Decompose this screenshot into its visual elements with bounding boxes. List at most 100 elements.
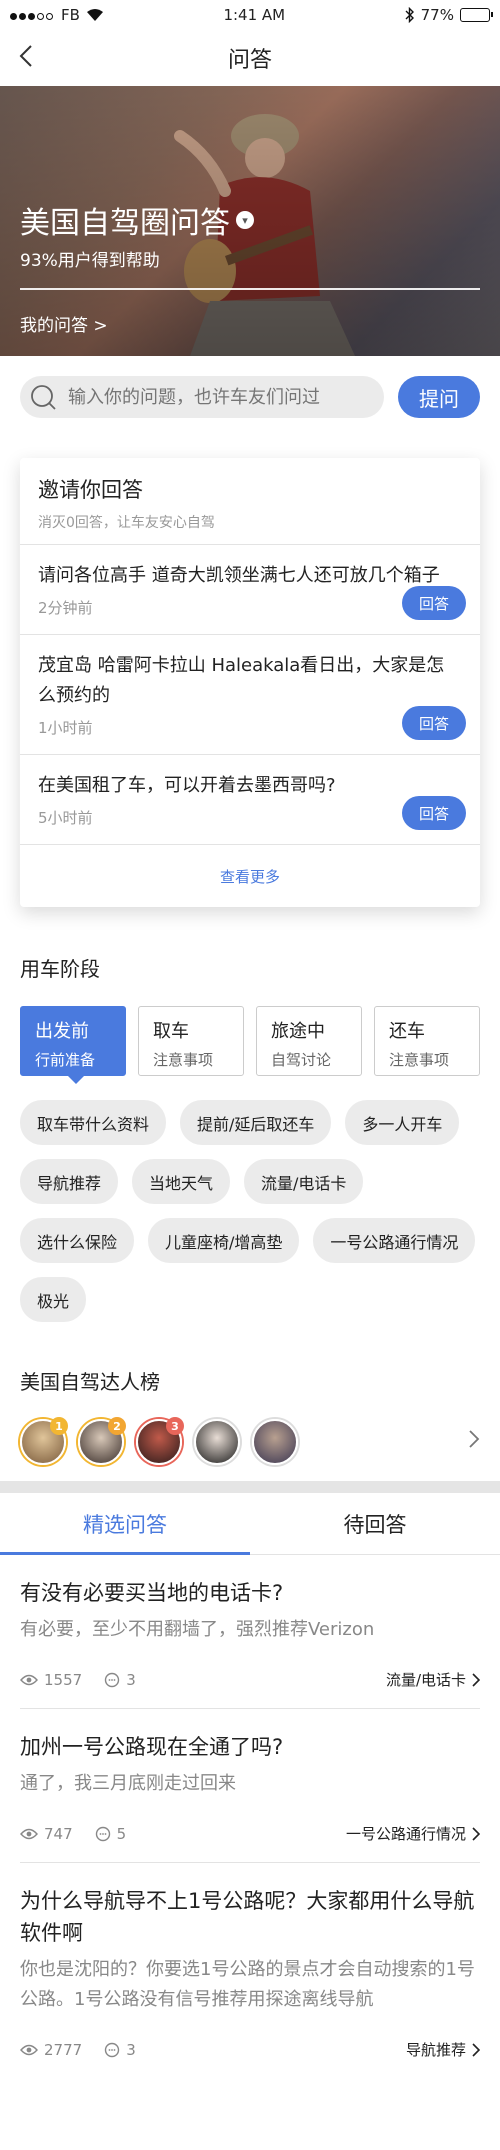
post-meta: 1557 3 流量/电话卡 xyxy=(20,1669,480,1709)
stage-on-trip[interactable]: 旅途中 自驾讨论 xyxy=(256,1006,362,1076)
post-item[interactable]: 加州一号公路现在全通了吗? 通了，我三月底刚走过回来 747 5 一号公路通行情… xyxy=(0,1709,500,1863)
answer-button[interactable]: 回答 xyxy=(402,586,466,620)
post-desc: 你也是沈阳的？你要选1号公路的景点才会自动搜索的1号公路。1号公路没有信号推荐用… xyxy=(20,1959,475,2010)
question-text: 请问各位高手 道奇大凯领坐满七人还可放几个箱子 xyxy=(38,565,440,586)
topic-tag[interactable]: 多一人开车 xyxy=(345,1100,460,1145)
topic-tag[interactable]: 极光 xyxy=(20,1277,87,1322)
chevron-down-icon[interactable]: ▾ xyxy=(236,211,254,229)
chevron-right-icon xyxy=(472,1826,480,1841)
rank-badge: 3 xyxy=(166,1417,184,1435)
hero-banner: 美国自驾圈问答 ▾ 93%用户得到帮助 我的问答 > xyxy=(0,86,500,356)
topic-tag[interactable]: 取车带什么资料 xyxy=(20,1100,167,1145)
post-category[interactable]: 导航推荐 xyxy=(406,2039,480,2060)
avatar[interactable] xyxy=(252,1419,298,1465)
nav-bar: 问答 xyxy=(0,30,500,86)
stage-label: 出发前 xyxy=(35,1021,89,1042)
answer-tabs: 精选问答 待回答 xyxy=(0,1493,500,1555)
stage-sublabel: 行前准备 xyxy=(35,1051,96,1069)
stage-return[interactable]: 还车 注意事项 xyxy=(374,1006,480,1076)
status-bar: FB 1:41 AM 77% xyxy=(0,0,500,30)
post-category[interactable]: 一号公路通行情况 xyxy=(346,1823,480,1844)
category-label: 一号公路通行情况 xyxy=(345,1825,466,1843)
question-text: 在美国租了车，可以开着去墨西哥吗? xyxy=(38,775,336,796)
avatar[interactable]: 1 xyxy=(20,1417,68,1465)
back-icon[interactable] xyxy=(18,44,34,75)
hero-title-text: 美国自驾圈问答 xyxy=(20,206,230,241)
answer-button[interactable]: 回答 xyxy=(402,796,466,830)
post-category[interactable]: 流量/电话卡 xyxy=(386,1669,480,1690)
rank-badge: 1 xyxy=(50,1417,68,1435)
tab-pending[interactable]: 待回答 xyxy=(250,1493,500,1554)
views-stat: 747 xyxy=(20,1825,73,1843)
stage-pickup[interactable]: 取车 注意事项 xyxy=(138,1006,244,1076)
chevron-right-icon[interactable] xyxy=(468,1429,480,1455)
avatar[interactable]: 3 xyxy=(136,1417,184,1465)
stage-sublabel: 自驾讨论 xyxy=(271,1051,332,1069)
chevron-right-icon xyxy=(472,2042,480,2057)
stage-label: 旅途中 xyxy=(271,1021,325,1042)
tab-featured[interactable]: 精选问答 xyxy=(0,1493,250,1554)
my-answers-link[interactable]: 我的问答 > xyxy=(20,311,108,336)
views-stat: 2777 xyxy=(20,2041,82,2059)
page-title: 问答 xyxy=(227,48,272,73)
status-left: FB xyxy=(10,6,104,24)
stage-before-departure[interactable]: 出发前 行前准备 xyxy=(20,1006,126,1084)
eye-icon xyxy=(20,1828,38,1839)
invite-subtitle: 消灭0回答，让车友安心自驾 xyxy=(38,515,215,531)
views-count: 1557 xyxy=(44,1670,83,1689)
comment-icon xyxy=(104,2042,120,2057)
status-time: 1:41 AM xyxy=(223,6,286,24)
invite-header: 邀请你回答 消灭0回答，让车友安心自驾 xyxy=(20,458,480,545)
topic-tag[interactable]: 当地天气 xyxy=(132,1159,231,1204)
post-title: 为什么导航导不上1号公路呢？大家都用什么导航软件啊 xyxy=(20,1889,475,1945)
stage-sublabel: 注意事项 xyxy=(153,1051,214,1069)
post-item[interactable]: 有没有必要买当地的电话卡? 有必要，至少不用翻墙了，强烈推荐Verizon 15… xyxy=(0,1555,500,1709)
search-box[interactable] xyxy=(20,376,384,418)
comments-stat: 3 xyxy=(104,1671,136,1689)
view-more-link[interactable]: 查看更多 xyxy=(20,845,480,907)
comments-count: 3 xyxy=(126,1670,136,1689)
search-icon xyxy=(30,384,56,410)
post-meta: 747 5 一号公路通行情况 xyxy=(20,1823,480,1863)
tab-indicator xyxy=(0,1552,250,1555)
comments-count: 5 xyxy=(116,1824,127,1843)
topic-tag[interactable]: 儿童座椅/增高垫 xyxy=(148,1218,300,1263)
invite-question[interactable]: 茂宜岛 哈雷阿卡拉山 Haleakala看日出，大家是怎么预约的 1小时前 回答 xyxy=(20,635,480,755)
question-text: 茂宜岛 哈雷阿卡拉山 Haleakala看日出，大家是怎么预约的 xyxy=(38,655,445,706)
invite-question[interactable]: 在美国租了车，可以开着去墨西哥吗? 5小时前 回答 xyxy=(20,755,480,845)
post-item[interactable]: 为什么导航导不上1号公路呢？大家都用什么导航软件啊 你也是沈阳的？你要选1号公路… xyxy=(0,1863,500,2078)
invite-question[interactable]: 请问各位高手 道奇大凯领坐满七人还可放几个箱子 2分钟前 回答 xyxy=(20,545,480,635)
avatar[interactable]: 2 xyxy=(78,1417,126,1465)
comments-count: 3 xyxy=(126,2040,136,2059)
topic-tag[interactable]: 一号公路通行情况 xyxy=(313,1218,476,1263)
eye-icon xyxy=(20,2044,38,2055)
comment-icon xyxy=(95,1826,110,1841)
category-label: 导航推荐 xyxy=(405,2041,466,2059)
search-input[interactable] xyxy=(68,386,374,408)
invite-card: 邀请你回答 消灭0回答，让车友安心自驾 请问各位高手 道奇大凯领坐满七人还可放几… xyxy=(20,458,480,907)
ranking-avatars[interactable]: 1 2 3 xyxy=(0,1417,500,1465)
hero-title[interactable]: 美国自驾圈问答 ▾ xyxy=(20,198,254,242)
bluetooth-icon xyxy=(405,7,414,23)
topic-tag[interactable]: 流量/电话卡 xyxy=(244,1159,364,1204)
battery-percent: 77% xyxy=(420,6,454,24)
question-time: 5小时前 xyxy=(38,809,93,827)
ask-button[interactable]: 提问 xyxy=(398,376,480,418)
post-meta: 2777 3 导航推荐 xyxy=(20,2039,480,2078)
topic-tag[interactable]: 选什么保险 xyxy=(20,1218,135,1263)
ranking-section: 美国自驾达人榜 1 2 3 xyxy=(0,1366,500,1465)
post-title: 加州一号公路现在全通了吗? xyxy=(20,1735,284,1759)
wifi-icon xyxy=(86,9,103,21)
hero-subtitle: 93%用户得到帮助 xyxy=(20,251,160,271)
battery-icon xyxy=(459,8,493,22)
comments-stat: 3 xyxy=(104,2041,136,2059)
stage-section-title: 用车阶段 xyxy=(20,957,100,981)
signal-icon xyxy=(10,6,55,24)
topic-tag[interactable]: 导航推荐 xyxy=(20,1159,119,1204)
answer-button[interactable]: 回答 xyxy=(402,706,466,740)
section-divider xyxy=(0,1481,500,1493)
views-count: 2777 xyxy=(44,2040,83,2059)
invite-title: 邀请你回答 xyxy=(38,478,143,502)
topic-tag[interactable]: 提前/延后取还车 xyxy=(180,1100,332,1145)
avatar[interactable] xyxy=(194,1419,240,1465)
